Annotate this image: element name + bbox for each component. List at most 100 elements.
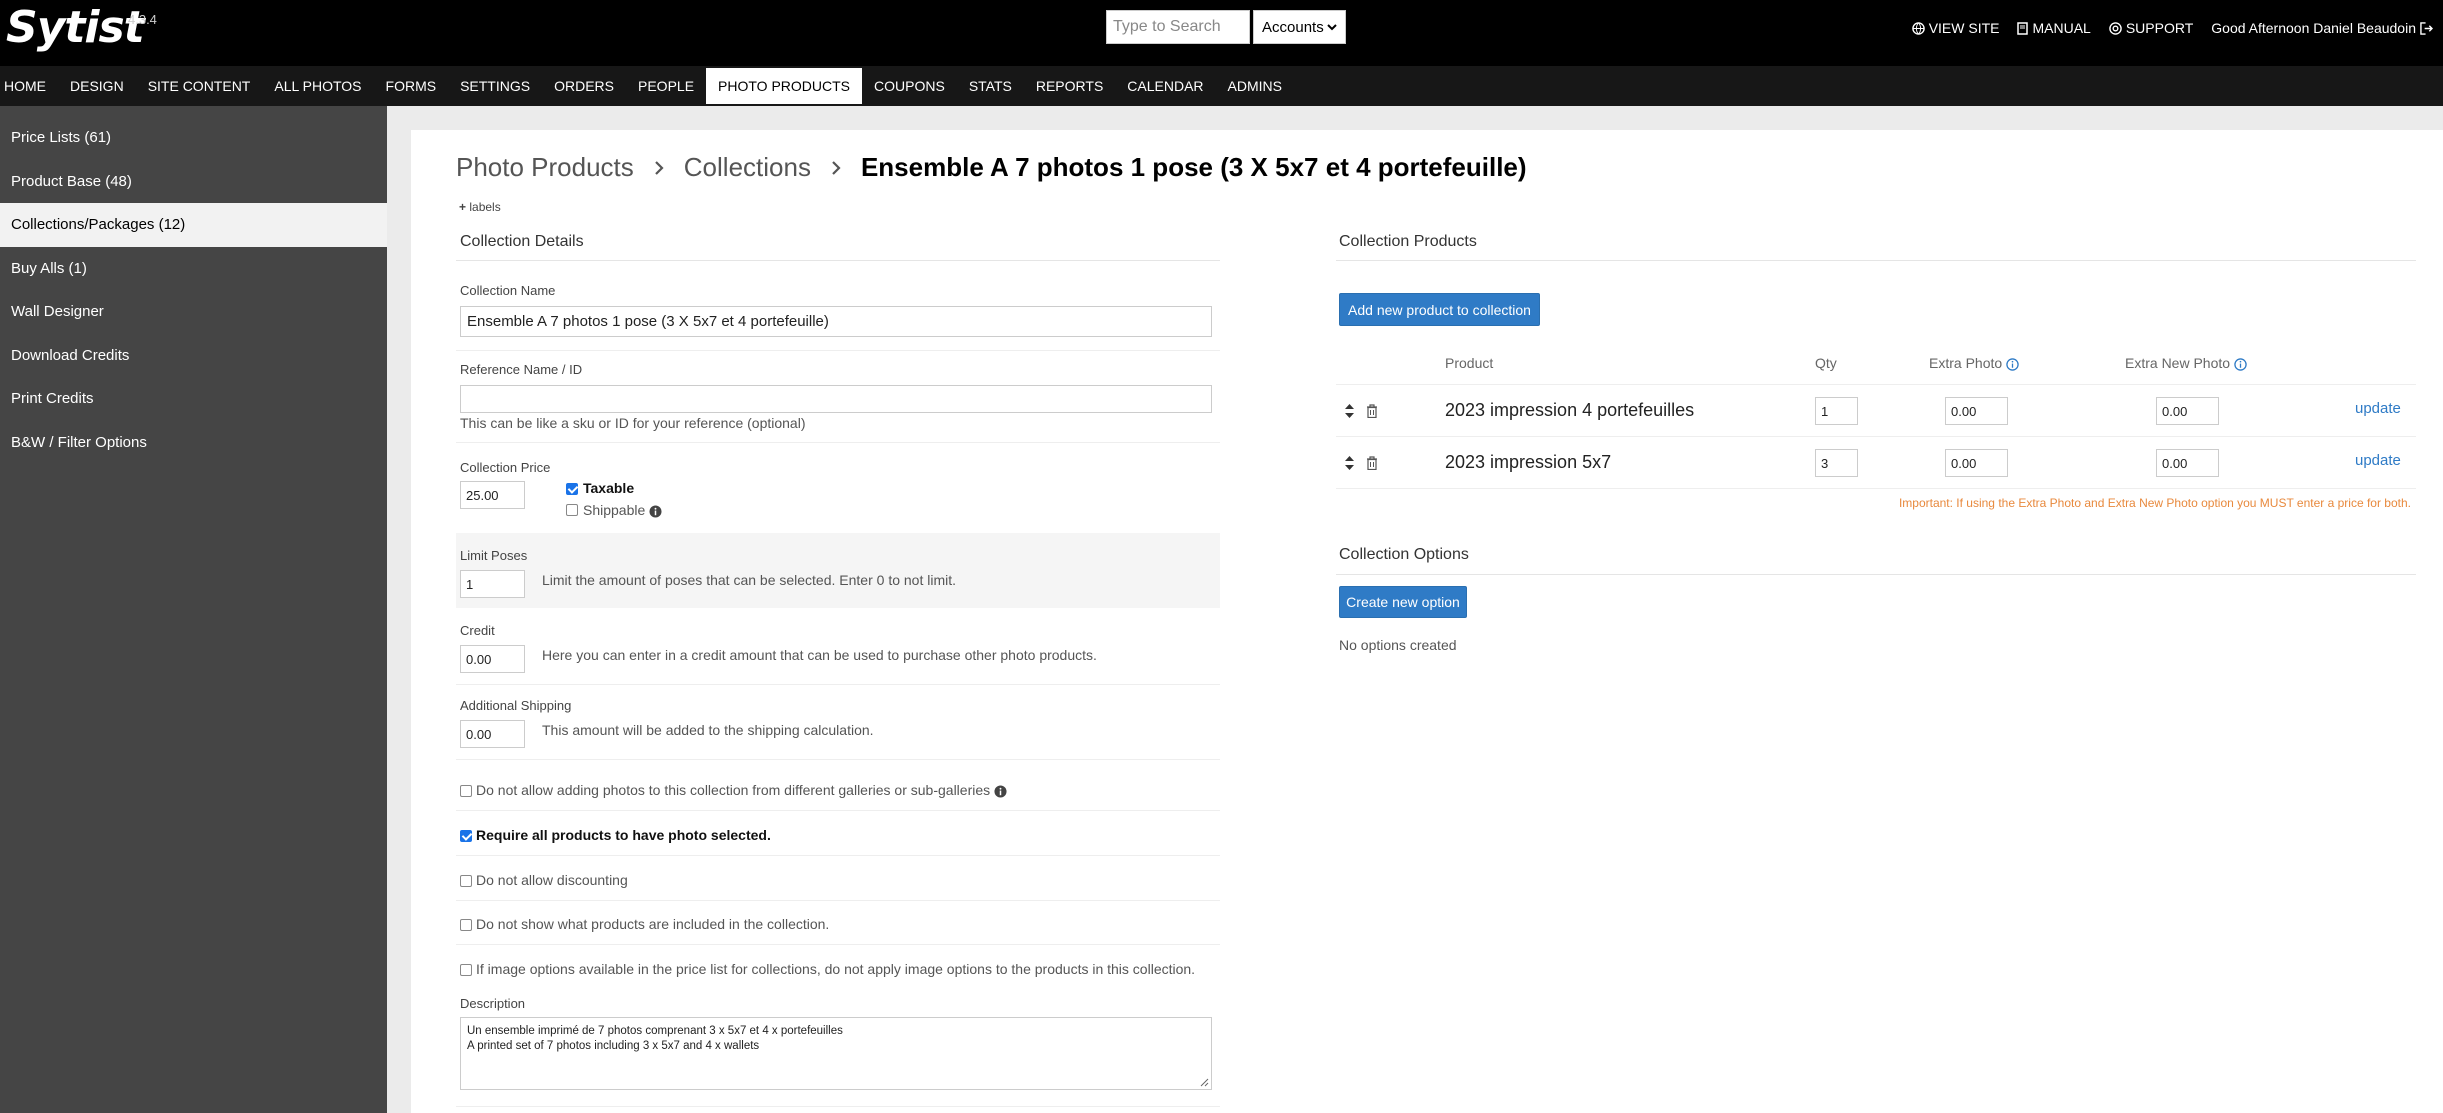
- sort-handle-icon[interactable]: [1345, 456, 1354, 470]
- accounts-dropdown[interactable]: Accounts: [1253, 10, 1346, 44]
- nav-item-forms[interactable]: FORMS: [374, 68, 449, 104]
- taxable-checkbox[interactable]: [566, 483, 578, 495]
- app-logo[interactable]: Sytist: [6, 2, 145, 53]
- breadcrumb-collections[interactable]: Collections: [684, 152, 811, 183]
- nav-item-settings[interactable]: SETTINGS: [448, 68, 542, 104]
- app-version: 4.3.4: [128, 12, 157, 27]
- extra-new-photo-input[interactable]: [2156, 449, 2219, 477]
- extra-new-photo-input[interactable]: [2156, 397, 2219, 425]
- view-site-link[interactable]: VIEW SITE: [1911, 20, 1999, 36]
- sidebar-item-wall-designer[interactable]: Wall Designer: [0, 290, 387, 334]
- trash-icon[interactable]: [1366, 404, 1378, 418]
- nav-item-people[interactable]: PEOPLE: [626, 68, 706, 104]
- nav-item-all-photos[interactable]: ALL PHOTOS: [262, 68, 373, 104]
- additional-shipping-help: This amount will be added to the shippin…: [542, 722, 874, 738]
- collection-price-label: Collection Price: [460, 460, 551, 475]
- main-content: Photo Products Collections Ensemble A 7 …: [411, 130, 2443, 1113]
- description-textarea[interactable]: Un ensemble imprimé de 7 photos comprena…: [460, 1017, 1212, 1090]
- breadcrumb-current: Ensemble A 7 photos 1 pose (3 X 5x7 et 4…: [860, 152, 1527, 182]
- option-checkbox[interactable]: [460, 785, 472, 797]
- taxable-label: Taxable: [583, 480, 635, 496]
- sidebar-item-b-w-filter-options[interactable]: B&W / Filter Options: [0, 421, 387, 465]
- trash-icon[interactable]: [1366, 456, 1378, 470]
- nav-item-stats[interactable]: STATS: [957, 68, 1024, 104]
- labels-link[interactable]: + labels: [459, 200, 501, 214]
- info-icon[interactable]: [2234, 358, 2247, 371]
- reference-name-label: Reference Name / ID: [460, 362, 583, 377]
- info-icon[interactable]: [649, 505, 662, 518]
- collection-name-input[interactable]: [460, 306, 1212, 337]
- nav-item-admins[interactable]: ADMINS: [1216, 68, 1294, 104]
- credit-input[interactable]: [460, 645, 525, 673]
- option-checkbox[interactable]: [460, 830, 472, 842]
- breadcrumb-photo-products[interactable]: Photo Products: [456, 152, 634, 183]
- collection-name-label: Collection Name: [460, 283, 556, 298]
- additional-shipping-label: Additional Shipping: [460, 698, 572, 713]
- nav-item-calendar[interactable]: CALENDAR: [1115, 68, 1215, 104]
- product-name: 2023 impression 4 portefeuilles: [1445, 400, 1695, 420]
- create-option-button[interactable]: Create new option: [1339, 586, 1467, 618]
- shippable-checkbox[interactable]: [566, 504, 578, 516]
- manual-link[interactable]: MANUAL: [2017, 20, 2091, 36]
- collection-details-title: Collection Details: [460, 233, 584, 250]
- option-label: Do not allow adding photos to this colle…: [476, 782, 1007, 798]
- option-label: If image options available in the price …: [476, 961, 1196, 977]
- nav-item-reports[interactable]: REPORTS: [1024, 68, 1115, 104]
- col-extra-new-photo: Extra New Photo: [2125, 355, 2247, 371]
- support-link[interactable]: SUPPORT: [2109, 20, 2193, 36]
- limit-poses-label: Limit Poses: [460, 548, 528, 563]
- option-label: Do not show what products are included i…: [476, 916, 830, 932]
- nav-item-photo-products[interactable]: PHOTO PRODUCTS: [706, 68, 863, 104]
- option-checkbox[interactable]: [460, 919, 472, 931]
- nav-item-design[interactable]: DESIGN: [58, 68, 136, 104]
- reference-name-input[interactable]: [460, 385, 1212, 413]
- extra-photo-notice: Important: If using the Extra Photo and …: [1898, 496, 2411, 510]
- sidebar-item-product-base-48[interactable]: Product Base (48): [0, 160, 387, 204]
- nav-item-home[interactable]: HOME: [0, 68, 58, 104]
- product-name: 2023 impression 5x7: [1445, 452, 1612, 472]
- resize-handle-icon[interactable]: [1200, 1078, 1209, 1087]
- user-greeting[interactable]: Good Afternoon Daniel Beaudoin: [2211, 20, 2437, 36]
- nav-item-orders[interactable]: ORDERS: [542, 68, 626, 104]
- nav-item-site-content[interactable]: SITE CONTENT: [136, 68, 263, 104]
- col-qty: Qty: [1815, 355, 1837, 371]
- search-input[interactable]: [1106, 10, 1250, 44]
- sidebar-item-buy-alls-1[interactable]: Buy Alls (1): [0, 247, 387, 291]
- chevron-down-icon: [1327, 24, 1337, 31]
- collection-price-input[interactable]: [460, 481, 525, 509]
- update-link[interactable]: update: [2355, 400, 2401, 417]
- option-checkbox[interactable]: [460, 875, 472, 887]
- main-nav: HOME DESIGN SITE CONTENT ALL PHOTOS FORMS SET…: [0, 66, 2443, 106]
- sidebar-item-collections-packages-12[interactable]: Collections/Packages (12): [0, 203, 387, 247]
- col-product: Product: [1445, 355, 1494, 371]
- update-link[interactable]: update: [2355, 452, 2401, 469]
- chevron-right-icon: [655, 160, 664, 175]
- info-icon[interactable]: [994, 785, 1007, 798]
- qty-input[interactable]: [1815, 397, 1858, 425]
- qty-input[interactable]: [1815, 449, 1858, 477]
- shippable-label: Shippable: [583, 502, 662, 518]
- sidebar-item-price-lists-61[interactable]: Price Lists (61): [0, 116, 387, 160]
- add-product-button[interactable]: Add new product to collection: [1339, 293, 1540, 326]
- breadcrumb: Photo Products Collections Ensemble A 7 …: [456, 152, 1527, 183]
- description-label: Description: [460, 996, 526, 1011]
- accounts-label: Accounts: [1262, 18, 1324, 36]
- option-checkbox[interactable]: [460, 964, 472, 976]
- top-bar: Sytist 4.3.4 Accounts VIEW SITE MANUAL S…: [0, 0, 2443, 66]
- info-icon[interactable]: [2006, 358, 2019, 371]
- limit-poses-input[interactable]: [460, 570, 525, 598]
- additional-shipping-input[interactable]: [460, 720, 525, 748]
- nav-item-coupons[interactable]: COUPONS: [862, 68, 957, 104]
- sidebar-item-print-credits[interactable]: Print Credits: [0, 377, 387, 421]
- globe-icon: [1911, 21, 1925, 35]
- sidebar-item-download-credits[interactable]: Download Credits: [0, 334, 387, 378]
- extra-photo-input[interactable]: [1945, 449, 2008, 477]
- credit-label: Credit: [460, 623, 495, 638]
- plus-icon: +: [459, 200, 467, 214]
- sort-handle-icon[interactable]: [1345, 404, 1354, 418]
- collection-products-title: Collection Products: [1339, 233, 1477, 250]
- extra-photo-input[interactable]: [1945, 397, 2008, 425]
- logout-icon[interactable]: [2420, 21, 2433, 35]
- option-label: Require all products to have photo selec…: [476, 827, 771, 843]
- no-options-text: No options created: [1339, 637, 1457, 653]
